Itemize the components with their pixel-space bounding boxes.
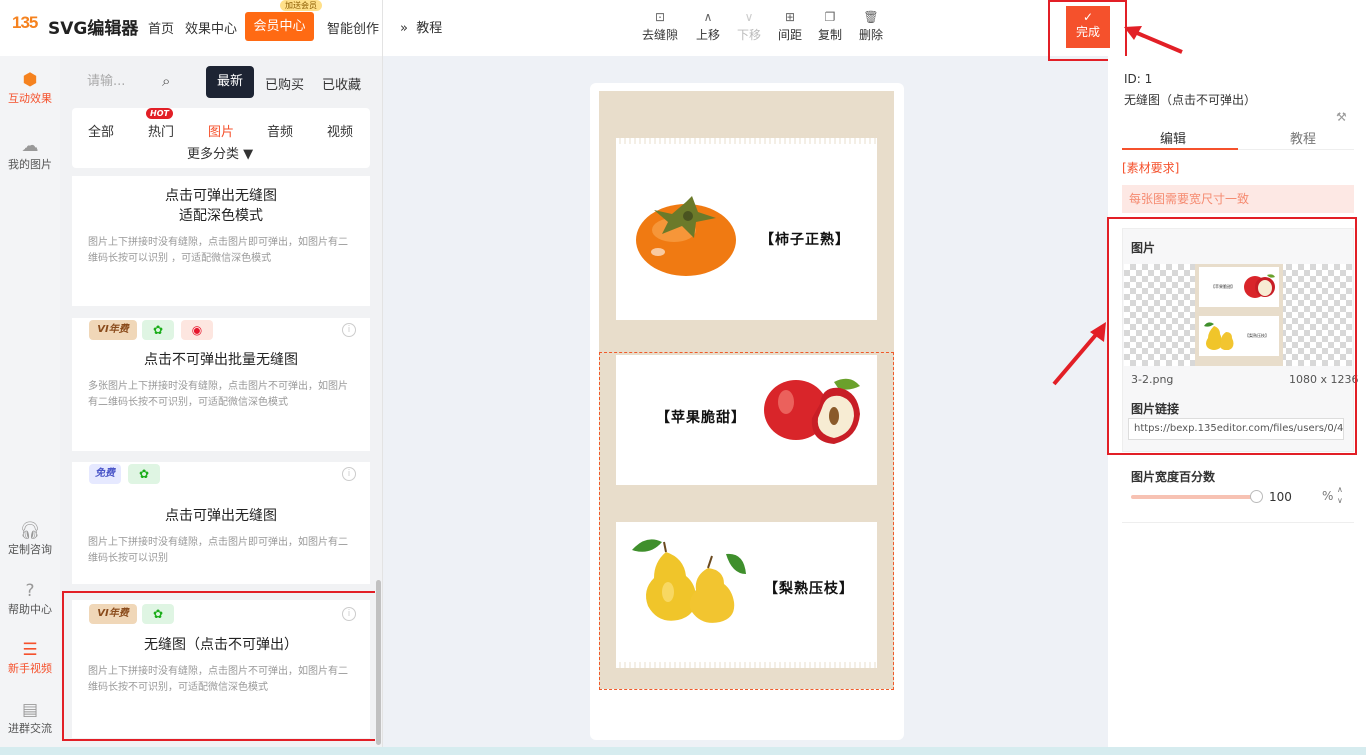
video-icon: ☰ xyxy=(22,640,38,660)
rail-my-images[interactable]: ☁ 我的图片 xyxy=(0,136,60,172)
element-name: 无缝图（点击不可弹出） xyxy=(1124,93,1257,107)
card-title: 点击不可弹出批量无缝图 xyxy=(144,352,298,368)
wechat-icon: ✿ xyxy=(142,320,174,340)
free-tag: 免费 xyxy=(89,464,121,484)
width-percent-input[interactable]: 100 xyxy=(1263,486,1347,508)
spacing-icon: ⊞ xyxy=(784,10,796,24)
bottom-strip xyxy=(0,747,1366,755)
weibo-icon: ◉ xyxy=(181,320,213,340)
tool-label: 上移 xyxy=(695,28,720,42)
more-categories-dropdown[interactable]: 更多分类 ▼ xyxy=(187,143,253,162)
selection-box[interactable] xyxy=(599,352,894,690)
card-title: 适配深色模式 xyxy=(179,208,263,224)
rail-custom-consult[interactable]: 🎧︎ 定制咨询 xyxy=(0,521,60,557)
tool-spacing-button[interactable]: ⊞ 间距 xyxy=(769,10,811,43)
help-icon: ? xyxy=(25,581,35,601)
copy-icon: ❐ xyxy=(824,10,836,24)
pin-icon[interactable]: ⚒ xyxy=(1336,110,1347,124)
search-icon[interactable]: ⌕ xyxy=(162,72,170,90)
tool-move-down-button[interactable]: ∨ 下移 xyxy=(728,10,770,43)
tab-edit[interactable]: 编辑 xyxy=(1160,128,1186,147)
app-title: SVG编辑器 xyxy=(48,19,139,39)
tool-label: 复制 xyxy=(817,28,842,42)
highlight-box xyxy=(1048,0,1127,61)
rail-label: 互动效果 xyxy=(8,92,52,105)
tool-label: 下移 xyxy=(736,28,761,42)
rail-label: 帮助中心 xyxy=(8,603,52,616)
nav-effects[interactable]: 效果中心 xyxy=(185,18,237,37)
panel-divider xyxy=(382,0,383,755)
nav-ai-create[interactable]: 智能创作 xyxy=(327,18,379,37)
category-image[interactable]: 图片 xyxy=(208,121,234,140)
tool-delete-button[interactable]: 🗑︎ 删除 xyxy=(850,10,892,43)
headset-icon: 🎧︎ xyxy=(19,521,41,541)
width-slider[interactable] xyxy=(1131,495,1256,499)
info-icon[interactable]: i xyxy=(342,323,356,337)
card-title: 点击可弹出无缝图 xyxy=(165,188,277,204)
rail-help-center[interactable]: ? 帮助中心 xyxy=(0,581,60,617)
gap-remove-icon: ⊡ xyxy=(654,10,666,24)
rail-interactive-effects[interactable]: ⬢ 互动效果 xyxy=(0,70,60,106)
annotation-arrow xyxy=(1052,322,1106,386)
element-id: ID: 1 xyxy=(1124,72,1153,86)
scrollbar-thumb[interactable] xyxy=(376,580,381,745)
tool-copy-button[interactable]: ❐ 复制 xyxy=(809,10,851,43)
move-up-icon: ∧ xyxy=(703,10,713,24)
cloud-upload-icon: ☁ xyxy=(21,136,39,156)
delete-icon: 🗑︎ xyxy=(863,10,879,24)
logo-icon: 135 xyxy=(12,13,38,32)
highlight-box xyxy=(62,591,377,741)
category-audio[interactable]: 音频 xyxy=(267,121,293,140)
nav-member-button[interactable]: 会员中心 xyxy=(245,12,314,41)
requirement-note: 每张图需要宽尺寸一致 xyxy=(1122,185,1354,213)
width-percent-label: 图片宽度百分数 xyxy=(1131,470,1216,484)
tutorial-link[interactable]: » 教程 xyxy=(400,17,442,36)
width-slider-handle[interactable] xyxy=(1250,490,1263,503)
rail-label: 我的图片 xyxy=(8,158,52,171)
rail-label: 定制咨询 xyxy=(8,543,52,556)
cube-icon: ⬢ xyxy=(22,70,38,90)
tool-label: 去缝隙 xyxy=(641,28,678,42)
category-all[interactable]: 全部 xyxy=(88,121,114,140)
document-icon: ▤ xyxy=(21,700,39,720)
rail-new-user-video[interactable]: ☰ 新手视频 xyxy=(0,640,60,676)
stepper-icon[interactable]: ∧ ∨ xyxy=(1337,484,1343,506)
tool-label: 间距 xyxy=(777,28,802,42)
material-requirements-label: [素材要求] xyxy=(1122,161,1180,175)
divider xyxy=(1122,522,1354,523)
tab-active-indicator xyxy=(1122,148,1238,150)
highlight-box xyxy=(1107,217,1357,455)
tool-label: 删除 xyxy=(858,28,883,42)
card-description: 多张图片上下拼接时没有缝隙，点击图片不可弹出，如图片有二维码长按不可识别，可适配… xyxy=(88,381,348,408)
search-input[interactable]: 请输... xyxy=(73,66,193,98)
percent-unit: % xyxy=(1322,489,1334,503)
wechat-icon: ✿ xyxy=(128,464,160,484)
rail-label: 新手视频 xyxy=(8,662,52,675)
vip-annual-tag: VI年费 xyxy=(89,320,137,340)
hot-badge: HOT xyxy=(146,108,173,119)
category-video[interactable]: 视频 xyxy=(327,121,353,140)
chevron-right-icon: » xyxy=(400,21,408,36)
nav-home[interactable]: 首页 xyxy=(148,18,174,37)
frame-label: 【柿子正熟】 xyxy=(760,232,850,248)
category-hot[interactable]: 热门 xyxy=(148,121,174,140)
card-description: 图片上下拼接时没有缝隙，点击图片即可弹出，如图片有二维码长按可以识别 xyxy=(88,537,348,564)
rail-label: 进群交流 xyxy=(8,722,52,735)
persimmon-image xyxy=(636,196,736,276)
tool-remove-gap-button[interactable]: ⊡ 去缝隙 xyxy=(639,10,681,43)
card-title: 点击可弹出无缝图 xyxy=(165,508,277,524)
card-description: 图片上下拼接时没有缝隙，点击图片即可弹出，如图片有二维码长按可以识别 ，可适配微… xyxy=(88,237,348,264)
info-icon[interactable]: i xyxy=(342,467,356,481)
rail-join-group[interactable]: ▤ 进群交流 xyxy=(0,700,60,736)
tab-latest[interactable]: 最新 xyxy=(206,66,254,98)
move-down-icon: ∨ xyxy=(744,10,754,24)
tutorial-link-label: 教程 xyxy=(416,21,443,36)
tool-move-up-button[interactable]: ∧ 上移 xyxy=(687,10,729,43)
tab-purchased[interactable]: 已购买 xyxy=(265,74,304,93)
tab-tutorial[interactable]: 教程 xyxy=(1290,128,1316,147)
member-badge: 加送会员 xyxy=(280,0,322,11)
tab-favorites[interactable]: 已收藏 xyxy=(322,74,361,93)
